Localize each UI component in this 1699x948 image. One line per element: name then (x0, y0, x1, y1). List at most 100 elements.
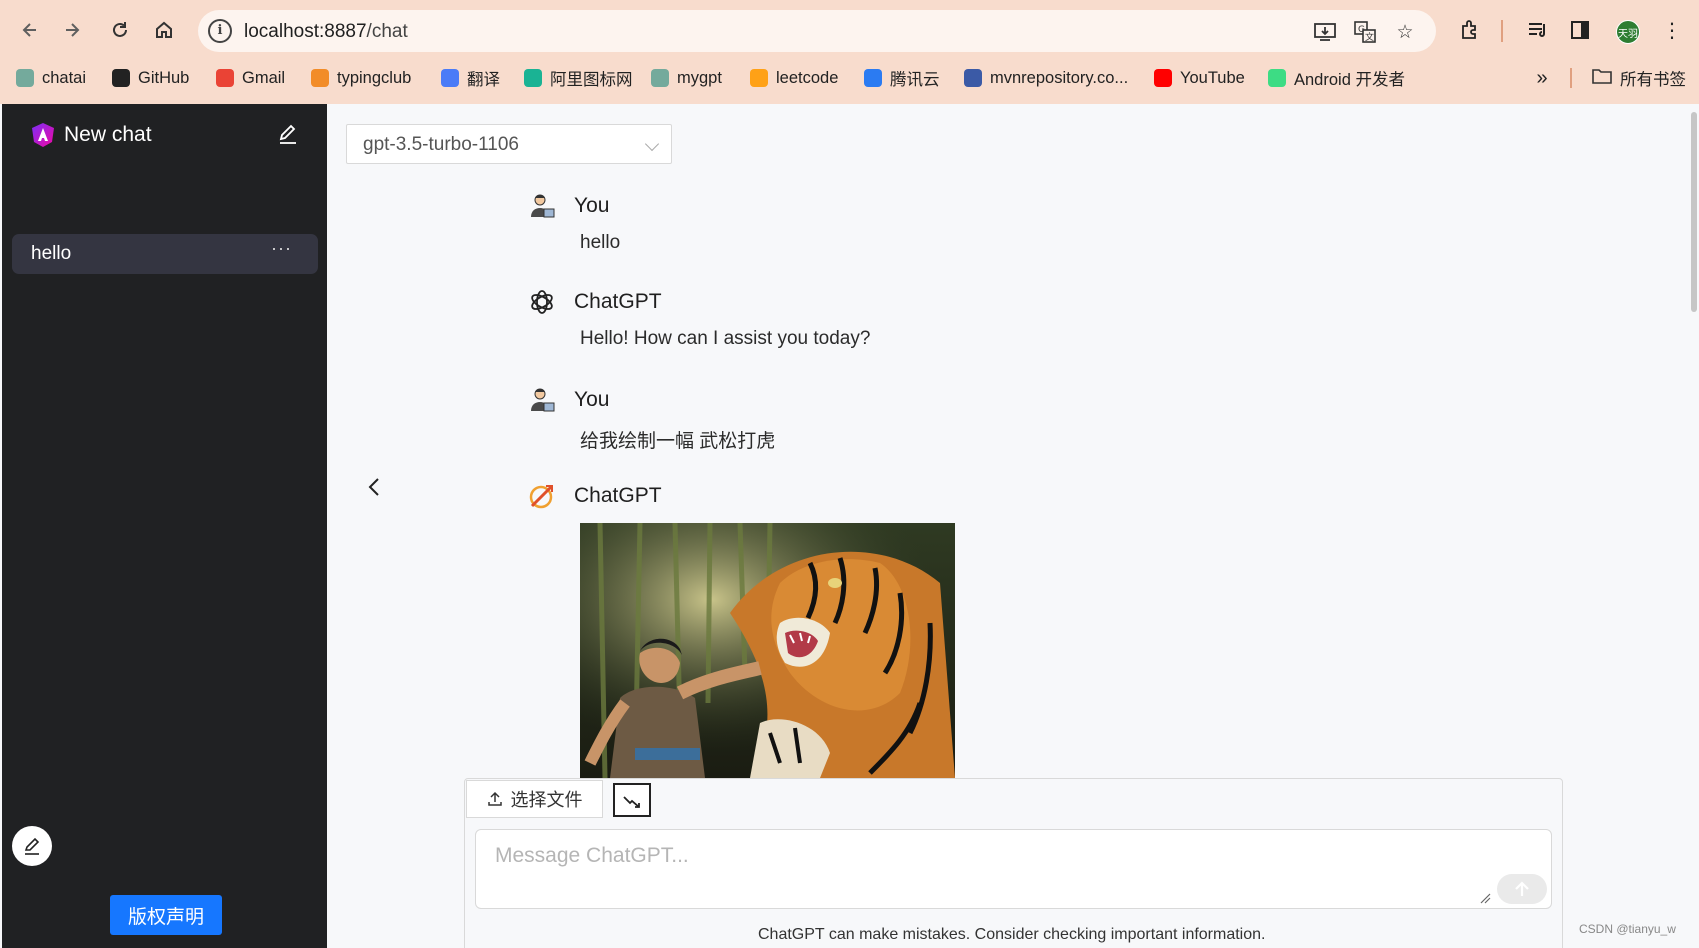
new-chat-edit-icon[interactable] (276, 122, 302, 148)
translate-page-icon[interactable]: G文 (1352, 19, 1378, 45)
watermark-text: CSDN @tianyu_w (1579, 922, 1676, 936)
profile-avatar[interactable]: 天羽 (1616, 20, 1640, 44)
home-icon[interactable] (148, 14, 180, 46)
browser-toolbar: i localhost:8887/chat G文 ☆ 天羽 ⋮ chatai Gi… (0, 0, 1699, 104)
message-input[interactable] (476, 830, 1551, 908)
mvn-icon (964, 69, 982, 87)
translate-icon (441, 69, 459, 87)
user-avatar-icon (531, 388, 555, 412)
more-bookmarks-icon[interactable]: » (1528, 64, 1556, 92)
svg-text:文: 文 (1365, 31, 1374, 43)
bookmark-item[interactable]: mygpt (651, 66, 722, 90)
send-button[interactable] (1497, 874, 1547, 904)
bookmark-item[interactable]: 翻译 (441, 66, 500, 90)
github-icon (112, 69, 130, 87)
message-author: ChatGPT (574, 484, 662, 507)
openai-icon (16, 69, 34, 87)
generated-image[interactable] (580, 523, 955, 778)
message-text: 给我绘制一幅 武松打虎 (580, 431, 776, 452)
app-logo-icon (32, 123, 54, 147)
bookmark-label: leetcode (776, 68, 839, 87)
all-bookmarks-folder[interactable]: 所有书签 (1592, 66, 1686, 90)
openai-icon (651, 69, 669, 87)
all-bookmarks-label: 所有书签 (1620, 71, 1686, 89)
back-icon[interactable] (14, 14, 46, 46)
message-text: Hello! How can I assist you today? (580, 328, 871, 349)
extensions-icon[interactable] (1456, 16, 1484, 44)
bookmark-label: mygpt (677, 68, 722, 87)
copyright-button[interactable]: 版权声明 (110, 895, 222, 935)
bookmarks-bar: chatai GitHub Gmail typingclub 翻译 阿里图标网 mygpt l… (0, 62, 1699, 94)
cloud-icon (864, 69, 882, 87)
bookmark-item[interactable]: chatai (16, 66, 86, 90)
install-app-icon[interactable] (1312, 19, 1338, 45)
bookmark-item[interactable]: leetcode (750, 66, 838, 90)
bookmark-label: GitHub (138, 68, 190, 87)
gmail-icon (216, 69, 234, 87)
broken-image-icon (623, 796, 640, 808)
bookmark-label: 腾讯云 (890, 71, 940, 89)
folder-icon (1592, 68, 1612, 89)
message-text: hello (580, 232, 621, 253)
scrollbar[interactable] (1689, 104, 1699, 948)
upload-file-button[interactable]: 选择文件 (466, 780, 603, 818)
pencil-icon (24, 837, 40, 855)
user-avatar-icon (531, 194, 555, 218)
chevron-left-icon[interactable] (364, 474, 388, 504)
image-preview-button[interactable] (613, 783, 651, 817)
new-chat-title: New chat (64, 123, 152, 146)
bookmark-item[interactable]: mvnrepository.co... (964, 66, 1128, 90)
message-author: You (574, 194, 610, 217)
upload-icon (487, 791, 502, 806)
bookmark-item[interactable]: Gmail (216, 66, 285, 90)
address-bar[interactable]: i localhost:8887/chat G文 ☆ (198, 10, 1436, 52)
typingclub-icon (311, 69, 329, 87)
bookmark-item[interactable]: typingclub (311, 66, 411, 90)
edit-floating-button[interactable] (12, 826, 52, 866)
conversation-item[interactable]: hello ··· (12, 234, 318, 274)
message-author: You (574, 388, 610, 411)
scrollbar-thumb[interactable] (1691, 112, 1697, 312)
bookmark-item[interactable]: 阿里图标网 (524, 66, 633, 90)
bookmark-item[interactable]: 腾讯云 (864, 66, 940, 90)
chat-app: New chat hello ··· 版权声明 gpt-3.5-turbo-11… (0, 104, 1699, 948)
message-author: ChatGPT (574, 290, 662, 313)
bookmark-label: Android 开发者 (1294, 71, 1405, 89)
message-composer: 选择文件 (464, 778, 1563, 948)
more-menu-icon[interactable]: ⋮ (1658, 16, 1686, 44)
bookmark-label: YouTube (1180, 68, 1245, 87)
youtube-icon (1154, 69, 1172, 87)
bookmark-item[interactable]: YouTube (1154, 66, 1245, 90)
openai-icon (531, 290, 553, 314)
toolbar-divider (1501, 20, 1503, 42)
new-chat-header[interactable]: New chat (30, 122, 152, 148)
reload-icon[interactable] (104, 14, 136, 46)
bookmark-item[interactable]: Android 开发者 (1268, 66, 1405, 90)
model-select-value: gpt-3.5-turbo-1106 (363, 134, 519, 155)
bookmark-label: 阿里图标网 (550, 71, 633, 89)
upload-file-label: 选择文件 (510, 790, 583, 810)
conversation-more-icon[interactable]: ··· (271, 238, 292, 259)
message-box (475, 829, 1552, 909)
bookmark-label: typingclub (337, 68, 412, 87)
chevron-down-icon (644, 136, 660, 152)
sidebar: New chat hello ··· 版权声明 (2, 104, 327, 948)
forward-icon[interactable] (56, 14, 88, 46)
site-info-icon[interactable]: i (208, 19, 232, 43)
bookmark-label: Gmail (242, 68, 286, 87)
leetcode-icon (750, 69, 768, 87)
bookmark-star-icon[interactable]: ☆ (1392, 19, 1418, 45)
bookmarks-divider (1570, 68, 1572, 88)
side-panel-icon[interactable] (1566, 16, 1594, 44)
arrow-up-icon (1515, 881, 1529, 896)
bookmark-label: 翻译 (467, 71, 500, 89)
iconfont-icon (524, 69, 542, 87)
resize-grip-icon[interactable] (1479, 892, 1491, 904)
dalle-icon (529, 484, 554, 509)
model-select[interactable]: gpt-3.5-turbo-1106 (346, 124, 672, 164)
bookmark-label: mvnrepository.co... (990, 68, 1129, 87)
bookmark-label: chatai (42, 68, 87, 87)
bookmark-item[interactable]: GitHub (112, 66, 189, 90)
url-text[interactable]: localhost:8887/chat (244, 21, 408, 43)
reading-list-icon[interactable] (1524, 16, 1552, 44)
